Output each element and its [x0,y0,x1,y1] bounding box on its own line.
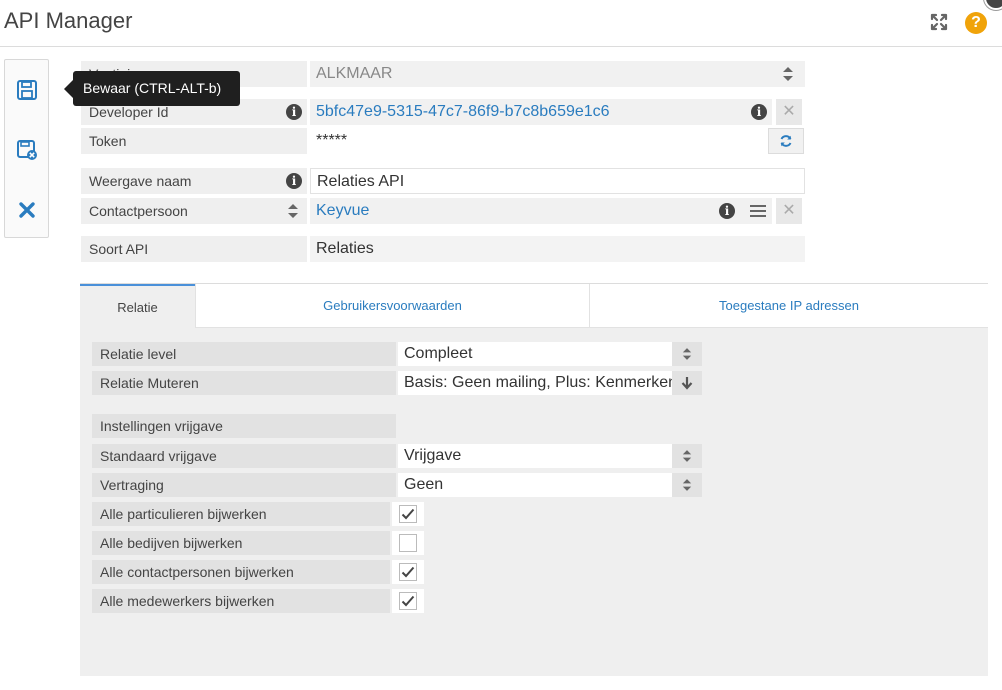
relatie-muteren-select[interactable]: Basis: Geen mailing, Plus: Kenmerken [398,371,672,395]
vestiging-select[interactable]: ALKMAAR [310,61,805,87]
standaard-vrijgave-select[interactable]: Vrijgave [398,444,672,468]
standaard-vrijgave-label: Standaard vrijgave [92,444,396,468]
expand-icon[interactable] [929,12,949,32]
check-label-particulieren: Alle particulieren bijwerken [92,502,390,526]
developer-id-field[interactable]: 5bfc47e9-5315-47c7-86f9-b7c8b659e1c6 [310,99,772,125]
help-icon[interactable]: ? [965,12,987,34]
vertraging-toggle[interactable] [672,473,702,497]
info-icon[interactable]: i [751,104,767,120]
soort-api-field: Relaties [310,236,805,262]
sort-icon [682,479,692,491]
sort-icon [682,450,692,462]
info-icon[interactable]: i [286,173,302,189]
instellingen-vrijgave-title: Instellingen vrijgave [92,414,396,438]
checkbox-particulieren[interactable] [399,505,417,523]
close-icon [18,202,35,218]
save-button[interactable] [5,68,48,112]
soort-api-value: Relaties [316,240,374,257]
save-close-button[interactable] [5,128,48,172]
contactpersoon-label: Contactpersoon [81,198,307,224]
window-title: API Manager [4,8,133,33]
refresh-token-button[interactable] [768,128,804,154]
vestiging-value: ALKMAAR [316,65,393,82]
soort-api-label: Soort API [81,236,307,262]
check-label-contactpersonen: Alle contactpersonen bijwerken [92,560,390,584]
info-icon[interactable]: i [286,104,302,120]
checkbox-bedijven[interactable] [399,534,417,552]
save-close-icon [16,140,37,160]
title-bar: API Manager ? [0,0,1002,47]
action-toolbar [4,59,49,238]
weergave-naam-input[interactable]: Relaties API [310,168,805,194]
relatie-level-value: Compleet [404,345,473,362]
clear-developer-id-button[interactable]: ✕ [776,99,802,125]
cancel-button[interactable] [5,188,48,232]
relatie-level-toggle[interactable] [672,342,702,366]
token-field[interactable]: ***** [310,128,766,154]
standaard-vrijgave-toggle[interactable] [672,444,702,468]
contactpersoon-field[interactable]: Keyvue [310,198,772,224]
weergave-naam-value: Relaties API [317,173,405,190]
checkbox-medewerkers[interactable] [399,592,417,610]
save-tooltip: Bewaar (CTRL-ALT-b) [64,71,240,106]
relatie-muteren-label: Relatie Muteren [92,371,396,395]
vertraging-value: Geen [404,476,444,493]
arrow-down-icon [681,377,693,390]
sort-icon [682,348,692,360]
tab-panel: Relatie Gebruikersvoorwaarden Toegestane… [80,283,988,676]
vertraging-label: Vertraging [92,473,396,497]
info-icon[interactable]: i [719,203,735,219]
relatie-muteren-value: Basis: Geen mailing, Plus: Kenmerken [404,374,672,391]
relatie-muteren-toggle[interactable] [672,371,702,395]
refresh-icon [780,135,792,147]
tab-toegestane-ip-adressen[interactable]: Toegestane IP adressen [589,284,988,328]
check-label-bedijven: Alle bedijven bijwerken [92,531,390,555]
vertraging-select[interactable]: Geen [398,473,672,497]
tab-gebruikersvoorwaarden[interactable]: Gebruikersvoorwaarden [195,284,589,328]
token-label: Token [81,128,307,154]
check-icon [401,595,415,607]
checkbox-contactpersonen[interactable] [399,563,417,581]
check-label-medewerkers: Alle medewerkers bijwerken [92,589,390,613]
relatie-level-label: Relatie level [92,342,396,366]
check-icon [401,566,415,578]
contactpersoon-value: Keyvue [316,202,370,219]
sort-icon [783,67,793,81]
menu-icon[interactable] [750,204,766,218]
token-value: ***** [316,132,348,149]
tab-relatie[interactable]: Relatie [80,284,195,328]
developer-id-value: 5bfc47e9-5315-47c7-86f9-b7c8b659e1c6 [316,103,610,120]
check-icon [401,508,415,520]
standaard-vrijgave-value: Vrijgave [404,447,462,464]
close-window-icon[interactable] [984,0,1002,10]
sort-icon[interactable] [287,203,299,219]
clear-contactpersoon-button[interactable]: ✕ [776,198,802,224]
relatie-level-select[interactable]: Compleet [398,342,672,366]
weergave-naam-label: Weergave naam [81,168,307,194]
save-icon [16,80,37,100]
